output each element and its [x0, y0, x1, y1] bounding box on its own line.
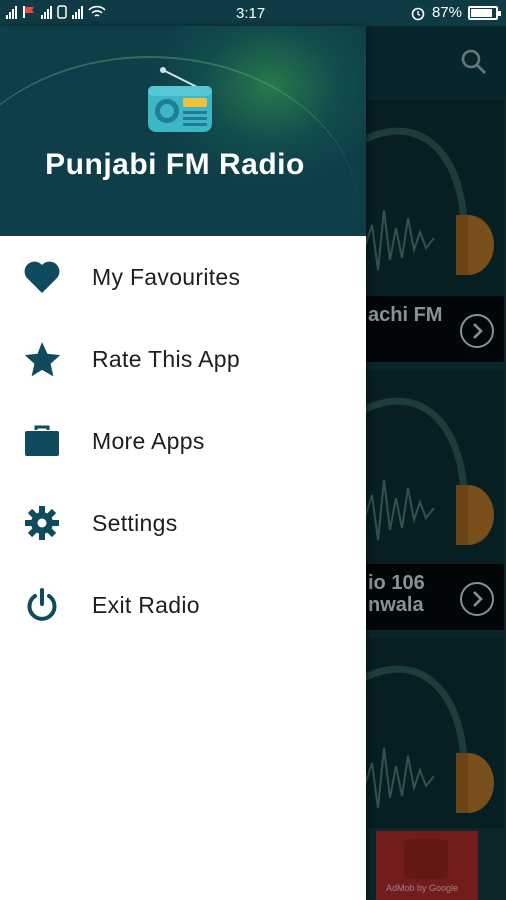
drawer-title: Punjabi FM Radio — [45, 148, 305, 181]
flag-icon — [23, 6, 34, 18]
menu-item-label: More Apps — [92, 427, 205, 454]
signal-icon — [6, 5, 17, 19]
navigation-drawer: Punjabi FM Radio My Favourites Rate This… — [0, 26, 366, 900]
battery-icon — [468, 5, 501, 20]
drawer-header: Punjabi FM Radio — [0, 26, 366, 236]
wifi-icon — [88, 5, 106, 17]
menu-item-favourites[interactable]: My Favourites — [0, 236, 366, 318]
gear-icon — [22, 503, 62, 543]
menu-item-label: Exit Radio — [92, 591, 200, 618]
menu-item-label: My Favourites — [92, 263, 241, 290]
battery-percent: 87% — [431, 4, 462, 21]
briefcase-icon — [22, 421, 62, 461]
status-left-icons — [6, 5, 106, 19]
menu-item-exit[interactable]: Exit Radio — [0, 564, 366, 646]
menu-item-rate-app[interactable]: Rate This App — [0, 318, 366, 400]
power-icon — [22, 585, 62, 625]
radio-logo-icon — [148, 67, 212, 132]
status-right-icons: 87% — [410, 4, 501, 21]
drawer-menu: My Favourites Rate This App More Apps Se… — [0, 236, 366, 646]
signal-icon-2 — [41, 5, 52, 19]
status-time: 3:17 — [236, 5, 266, 22]
status-bar: 3:17 87% — [0, 0, 506, 26]
signal-icon-3 — [72, 5, 83, 19]
menu-item-settings[interactable]: Settings — [0, 482, 366, 564]
alarm-icon — [411, 7, 425, 20]
menu-item-label: Settings — [92, 509, 178, 536]
menu-item-more-apps[interactable]: More Apps — [0, 400, 366, 482]
heart-icon — [22, 257, 62, 297]
data-icon — [57, 5, 67, 19]
star-icon — [22, 339, 62, 379]
menu-item-label: Rate This App — [92, 345, 240, 372]
